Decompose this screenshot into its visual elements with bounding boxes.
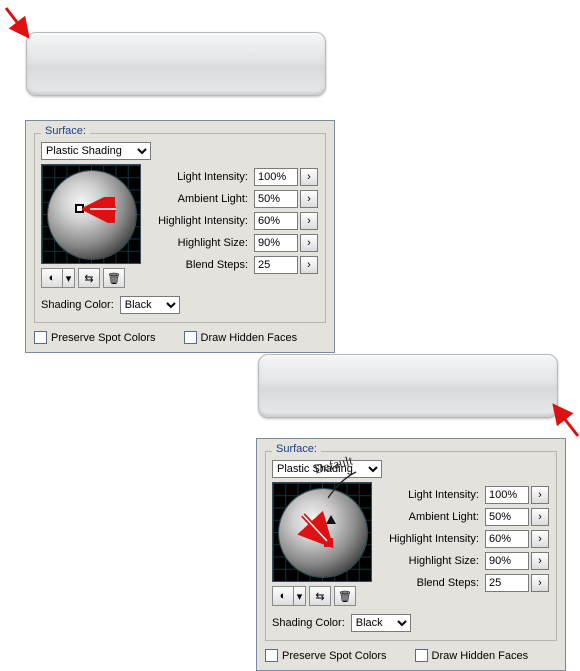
light-intensity-label: Light Intensity: <box>149 171 254 183</box>
highlight-size-label: Highlight Size: <box>380 555 485 567</box>
chevron-right-icon: › <box>538 555 542 567</box>
surface-label: Surface: <box>272 443 321 455</box>
preview-shape-top <box>26 32 326 96</box>
chevron-right-icon: › <box>538 489 542 501</box>
checkbox-box <box>34 331 47 344</box>
delete-light-button[interactable]: 🗑 <box>334 586 356 606</box>
new-light-button[interactable]: ◐ <box>272 586 294 606</box>
preserve-spot-checkbox[interactable]: Preserve Spot Colors <box>265 649 387 662</box>
sphere-preview <box>279 489 367 577</box>
ambient-light-stepper[interactable]: › <box>300 190 318 208</box>
preserve-spot-label: Preserve Spot Colors <box>51 332 156 344</box>
delete-light-button[interactable]: 🗑 <box>103 268 125 288</box>
ambient-light-label: Ambient Light: <box>149 193 254 205</box>
highlight-intensity-stepper[interactable]: › <box>300 212 318 230</box>
new-light-icon: ◐ <box>280 590 287 602</box>
new-light-menu[interactable]: ▾ <box>294 586 306 606</box>
shading-panel-2: Surface: Plastic Shading <box>256 438 566 671</box>
sphere-preview <box>48 171 136 259</box>
ambient-light-stepper[interactable]: › <box>531 508 549 526</box>
chevron-right-icon: › <box>307 259 311 271</box>
chevron-down-icon: ▾ <box>66 272 72 285</box>
properties-list: Light Intensity: › Ambient Light: › Highli… <box>380 482 550 606</box>
shading-color-select[interactable]: Black <box>120 296 180 314</box>
surface-select[interactable]: Plastic Shading <box>272 460 382 478</box>
shading-color-label: Shading Color: <box>272 617 345 629</box>
blend-steps-stepper[interactable]: › <box>300 256 318 274</box>
light-sphere[interactable] <box>272 482 372 582</box>
ambient-light-input[interactable] <box>254 190 298 208</box>
checkbox-box <box>184 331 197 344</box>
trash-icon: 🗑 <box>338 590 352 603</box>
move-light-back-button[interactable]: ⇆ <box>309 586 331 606</box>
draw-hidden-label: Draw Hidden Faces <box>201 332 298 344</box>
light-handle[interactable] <box>324 538 333 547</box>
ambient-light-input[interactable] <box>485 508 529 526</box>
surface-label: Surface: <box>41 125 90 137</box>
chevron-right-icon: › <box>538 511 542 523</box>
chevron-right-icon: › <box>307 215 311 227</box>
preserve-spot-checkbox[interactable]: Preserve Spot Colors <box>34 331 156 344</box>
blend-steps-label: Blend Steps: <box>149 259 254 271</box>
highlight-size-label: Highlight Size: <box>149 237 254 249</box>
chevron-down-icon: ▾ <box>297 590 303 603</box>
surface-select[interactable]: Plastic Shading <box>41 142 151 160</box>
ambient-light-label: Ambient Light: <box>380 511 485 523</box>
light-intensity-stepper[interactable]: › <box>300 168 318 186</box>
trash-icon: 🗑 <box>107 272 121 285</box>
shading-color-select[interactable]: Black <box>351 614 411 632</box>
shading-panel-1: Surface: Plastic Shading <box>25 120 335 353</box>
highlight-size-stepper[interactable]: › <box>531 552 549 570</box>
checkbox-box <box>415 649 428 662</box>
chevron-right-icon: › <box>307 193 311 205</box>
light-handle[interactable] <box>75 204 84 213</box>
blend-steps-input[interactable] <box>254 256 298 274</box>
properties-list: Light Intensity: › Ambient Light: › Highli… <box>149 164 319 288</box>
highlight-size-input[interactable] <box>254 234 298 252</box>
highlight-intensity-stepper[interactable]: › <box>531 530 549 548</box>
surface-group: Surface: Plastic Shading <box>265 451 557 641</box>
light-intensity-label: Light Intensity: <box>380 489 485 501</box>
switch-icon: ⇆ <box>315 590 324 603</box>
new-light-icon: ◐ <box>49 272 56 284</box>
shading-color-label: Shading Color: <box>41 299 114 311</box>
chevron-right-icon: › <box>307 171 311 183</box>
light-intensity-input[interactable] <box>254 168 298 186</box>
new-light-menu[interactable]: ▾ <box>63 268 75 288</box>
draw-hidden-checkbox[interactable]: Draw Hidden Faces <box>415 649 529 662</box>
highlight-size-stepper[interactable]: › <box>300 234 318 252</box>
default-light-handle[interactable] <box>326 515 336 524</box>
chevron-right-icon: › <box>538 577 542 589</box>
move-light-back-button[interactable]: ⇆ <box>78 268 100 288</box>
light-sphere[interactable] <box>41 164 141 264</box>
switch-icon: ⇆ <box>84 272 93 285</box>
sphere-toolbar: ◐ ▾ ⇆ 🗑 <box>41 268 141 288</box>
highlight-size-input[interactable] <box>485 552 529 570</box>
new-light-button[interactable]: ◐ <box>41 268 63 288</box>
light-intensity-stepper[interactable]: › <box>531 486 549 504</box>
highlight-intensity-input[interactable] <box>254 212 298 230</box>
highlight-intensity-label: Highlight Intensity: <box>380 533 485 545</box>
light-intensity-input[interactable] <box>485 486 529 504</box>
sphere-toolbar: ◐ ▾ ⇆ 🗑 <box>272 586 372 606</box>
blend-steps-stepper[interactable]: › <box>531 574 549 592</box>
preview-shape-bottom <box>258 354 558 418</box>
blend-steps-input[interactable] <box>485 574 529 592</box>
highlight-intensity-input[interactable] <box>485 530 529 548</box>
blend-steps-label: Blend Steps: <box>380 577 485 589</box>
chevron-right-icon: › <box>538 533 542 545</box>
draw-hidden-checkbox[interactable]: Draw Hidden Faces <box>184 331 298 344</box>
chevron-right-icon: › <box>307 237 311 249</box>
surface-group: Surface: Plastic Shading <box>34 133 326 323</box>
checkbox-box <box>265 649 278 662</box>
highlight-intensity-label: Highlight Intensity: <box>149 215 254 227</box>
